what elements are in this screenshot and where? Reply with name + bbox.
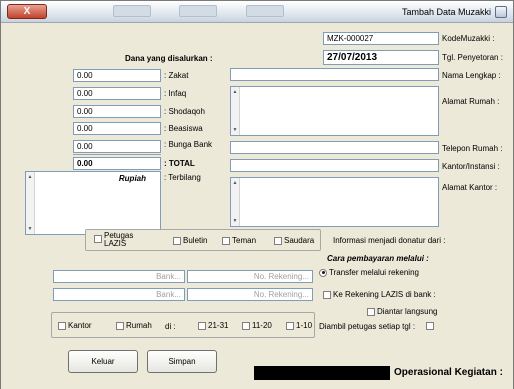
di-label: di : bbox=[165, 322, 176, 331]
total-label: : TOTAL bbox=[164, 159, 195, 168]
transfer-option[interactable]: Transfer melalui rekening bbox=[319, 268, 419, 277]
informasi-option-buletin[interactable]: Buletin bbox=[173, 236, 207, 245]
dana-header: Dana yang disalurkan : bbox=[125, 54, 213, 63]
titlebar-ghost-button bbox=[113, 5, 151, 17]
title-bar[interactable]: X Tambah Data Muzakki bbox=[1, 1, 513, 23]
app-icon bbox=[495, 6, 507, 18]
checkbox[interactable] bbox=[173, 236, 181, 245]
terbilang-label: : Terbilang bbox=[164, 173, 201, 182]
checkbox[interactable] bbox=[323, 290, 331, 299]
informasi-option-teman[interactable]: Teman bbox=[222, 236, 256, 245]
form-body: MZK-000027 KodeMuzakki : 27/07/2013 Tgl.… bbox=[1, 23, 513, 389]
bunga-bank-label: : Bunga Bank bbox=[164, 140, 213, 149]
terbilang-field: Rupiah ▲ ▼ bbox=[25, 171, 161, 235]
checkbox[interactable] bbox=[367, 307, 375, 316]
zakat-field[interactable]: 0.00 bbox=[73, 69, 161, 82]
informasi-label: Informasi menjadi donatur dari : bbox=[333, 236, 446, 245]
scroll-down-icon[interactable]: ▼ bbox=[232, 218, 238, 224]
alamat-rumah-field[interactable]: ▲ ▼ bbox=[230, 86, 439, 136]
diambil-checkbox[interactable] bbox=[426, 322, 434, 330]
alamat-kantor-scrollbar[interactable]: ▲ ▼ bbox=[231, 178, 240, 226]
checkbox[interactable] bbox=[274, 236, 282, 245]
beasiswa-field[interactable]: 0.00 bbox=[73, 122, 161, 135]
scroll-up-icon[interactable]: ▲ bbox=[27, 174, 33, 180]
tempat-option-kantor[interactable]: Kantor bbox=[58, 321, 92, 330]
close-icon: X bbox=[23, 6, 31, 17]
informasi-group: Saudara Teman Buletin Petugas LAZIS bbox=[85, 229, 321, 251]
operasional-label: Operasional Kegiatan : bbox=[394, 367, 503, 378]
tgl-penyetoran-label: Tgl. Penyetoran : bbox=[442, 53, 503, 62]
diambil-label: Diambil petugas setiap tgl : bbox=[319, 322, 416, 331]
infaq-label: : Infaq bbox=[164, 89, 187, 98]
bunga-bank-field[interactable]: 0.00 bbox=[73, 140, 161, 153]
scroll-down-icon[interactable]: ▼ bbox=[232, 127, 238, 133]
checkbox[interactable] bbox=[426, 322, 434, 330]
titlebar-ghost-button bbox=[246, 5, 284, 17]
tgl-option-21-31[interactable]: 21-31 bbox=[198, 321, 228, 330]
jadwal-group: 1-10 11-20 21-31 di : Rumah Kantor bbox=[51, 312, 315, 338]
ke-rekening-option[interactable]: Ke Rekening LAZIS di bank : bbox=[323, 290, 436, 299]
title-area: Tambah Data Muzakki bbox=[402, 6, 507, 18]
terbilang-value: Rupiah bbox=[118, 174, 146, 183]
keluar-button[interactable]: Keluar bbox=[68, 350, 138, 373]
shodaqoh-field[interactable]: 0.00 bbox=[73, 105, 161, 118]
window-title: Tambah Data Muzakki bbox=[401, 7, 491, 17]
checkbox[interactable] bbox=[222, 236, 230, 245]
scroll-up-icon[interactable]: ▲ bbox=[232, 180, 238, 186]
informasi-option-petugas[interactable]: Petugas LAZIS bbox=[94, 232, 134, 248]
diantar-option[interactable]: Diantar langsung bbox=[367, 307, 437, 316]
kode-muzakki-label: KodeMuzakki : bbox=[442, 34, 495, 43]
tgl-option-1-10[interactable]: 1-10 bbox=[286, 321, 312, 330]
zakat-label: : Zakat bbox=[164, 71, 189, 80]
telepon-rumah-field[interactable] bbox=[230, 141, 439, 154]
transfer-bank-field[interactable]: Bank... bbox=[53, 270, 185, 283]
shodaqoh-label: : Shodaqoh bbox=[164, 107, 205, 116]
checkbox[interactable] bbox=[116, 321, 124, 330]
alamat-rumah-label: Alamat Rumah : bbox=[442, 97, 500, 106]
tempat-option-rumah[interactable]: Rumah bbox=[116, 321, 152, 330]
lazis-norek-field[interactable]: No. Rekening... bbox=[187, 288, 313, 301]
kantor-instansi-field[interactable] bbox=[230, 159, 439, 172]
scroll-down-icon[interactable]: ▼ bbox=[27, 226, 33, 232]
telepon-rumah-label: Telepon Rumah : bbox=[442, 144, 503, 153]
scroll-up-icon[interactable]: ▲ bbox=[232, 89, 238, 95]
close-button[interactable]: X bbox=[7, 4, 47, 19]
checkbox[interactable] bbox=[94, 235, 102, 243]
alamat-kantor-label: Alamat Kantor : bbox=[442, 183, 498, 192]
simpan-button[interactable]: Simpan bbox=[147, 350, 217, 373]
kantor-instansi-label: Kantor/Instansi : bbox=[442, 162, 500, 171]
dialog-window: X Tambah Data Muzakki MZK-000027 KodeMuz… bbox=[0, 0, 514, 389]
checkbox[interactable] bbox=[198, 321, 206, 330]
transfer-norek-field[interactable]: No. Rekening... bbox=[187, 270, 313, 283]
alamat-rumah-scrollbar[interactable]: ▲ ▼ bbox=[231, 87, 240, 135]
total-separator bbox=[73, 154, 161, 155]
checkbox[interactable] bbox=[242, 321, 250, 330]
terbilang-scrollbar[interactable]: ▲ ▼ bbox=[26, 172, 35, 234]
tgl-option-11-20[interactable]: 11-20 bbox=[242, 321, 272, 330]
transfer-radio[interactable] bbox=[319, 268, 327, 277]
kode-muzakki-field[interactable]: MZK-000027 bbox=[323, 32, 439, 45]
checkbox[interactable] bbox=[286, 321, 294, 330]
total-field: 0.00 bbox=[73, 157, 161, 170]
titlebar-ghost-button bbox=[179, 5, 217, 17]
infaq-field[interactable]: 0.00 bbox=[73, 87, 161, 100]
informasi-option-saudara[interactable]: Saudara bbox=[274, 236, 314, 245]
lazis-bank-field[interactable]: Bank... bbox=[53, 288, 185, 301]
tgl-penyetoran-field[interactable]: 27/07/2013 bbox=[323, 50, 439, 65]
checkbox[interactable] bbox=[58, 321, 66, 330]
nama-lengkap-label: Nama Lengkap : bbox=[442, 71, 501, 80]
beasiswa-label: : Beasiswa bbox=[164, 124, 203, 133]
redacted-bar bbox=[254, 366, 390, 380]
alamat-kantor-field[interactable]: ▲ ▼ bbox=[230, 177, 439, 227]
nama-lengkap-field[interactable] bbox=[230, 68, 439, 81]
pembayaran-header: Cara pembayaran melalui : bbox=[327, 254, 429, 263]
